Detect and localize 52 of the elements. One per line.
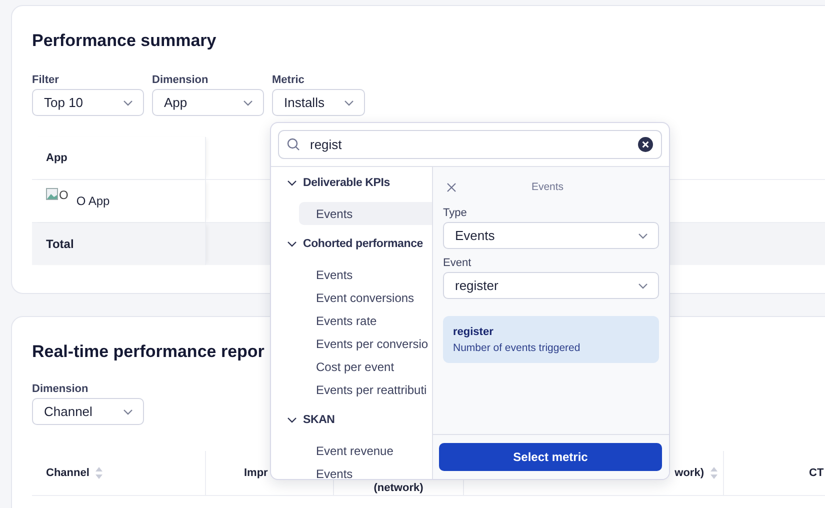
type-select[interactable]: Events	[443, 222, 659, 249]
select-dropdown[interactable]: Installs	[272, 89, 365, 116]
chevron-icon[interactable]	[287, 180, 297, 186]
filter-label: Metric	[272, 74, 306, 86]
metric-item[interactable]: Events	[299, 263, 432, 286]
section-title: Real-time performance repor	[32, 341, 264, 363]
metric-item[interactable]: Events	[299, 202, 432, 225]
chevron-down-icon	[638, 282, 648, 288]
field-label: Event	[443, 257, 472, 269]
metric-item[interactable]: Events rate	[299, 309, 432, 332]
select-metric-button[interactable]: Select metric	[439, 443, 662, 471]
group-header[interactable]: Deliverable KPIs	[271, 175, 432, 191]
clear-icon[interactable]	[638, 137, 653, 152]
metric-item[interactable]: Events per conversio	[299, 332, 432, 355]
metric-item[interactable]: Events per reattributi	[299, 378, 432, 401]
section-title: Performance summary	[32, 30, 216, 52]
filter-label: Dimension	[152, 74, 210, 86]
metric-item[interactable]: Event revenue	[299, 439, 432, 462]
metric-item[interactable]: Cost per event	[299, 355, 432, 378]
column-header: CT	[809, 467, 824, 479]
filter-label: Filter	[32, 74, 60, 86]
group-header[interactable]: Cohorted performance	[271, 236, 432, 252]
select-dropdown[interactable]: Top 10	[32, 89, 144, 116]
chevron-icon[interactable]	[287, 417, 297, 423]
event-select[interactable]: register	[443, 272, 659, 299]
chevron-down-icon	[123, 408, 133, 414]
search-icon	[287, 138, 300, 151]
column-header: Impr	[244, 467, 268, 479]
panel-title: Events	[530, 181, 565, 193]
column-header: (network)	[374, 482, 424, 494]
info-title: register	[453, 326, 494, 338]
group-header[interactable]: SKAN	[271, 412, 432, 428]
close-icon[interactable]	[447, 182, 456, 192]
column-header: App	[46, 152, 68, 164]
filter-label: Dimension	[32, 383, 90, 395]
select-dropdown[interactable]: Channel	[32, 398, 144, 425]
total-label: Total	[46, 237, 74, 251]
search-field[interactable]: regist	[278, 130, 662, 159]
chevron-down-icon	[243, 100, 253, 106]
table-cell: O App	[76, 194, 110, 208]
info-description: Number of events triggered	[453, 342, 582, 354]
column-header: work)	[674, 467, 704, 479]
column-header: Channel	[46, 467, 90, 479]
metric-item[interactable]: Events	[299, 462, 432, 479]
metric-item[interactable]: Event conversions	[299, 286, 432, 309]
chevron-down-icon	[344, 100, 354, 106]
select-dropdown[interactable]: App	[152, 89, 264, 116]
chevron-down-icon	[123, 100, 133, 106]
broken-image: O	[46, 188, 68, 214]
field-label: Type	[443, 207, 468, 219]
chevron-icon[interactable]	[287, 241, 297, 247]
chevron-down-icon	[638, 232, 648, 238]
